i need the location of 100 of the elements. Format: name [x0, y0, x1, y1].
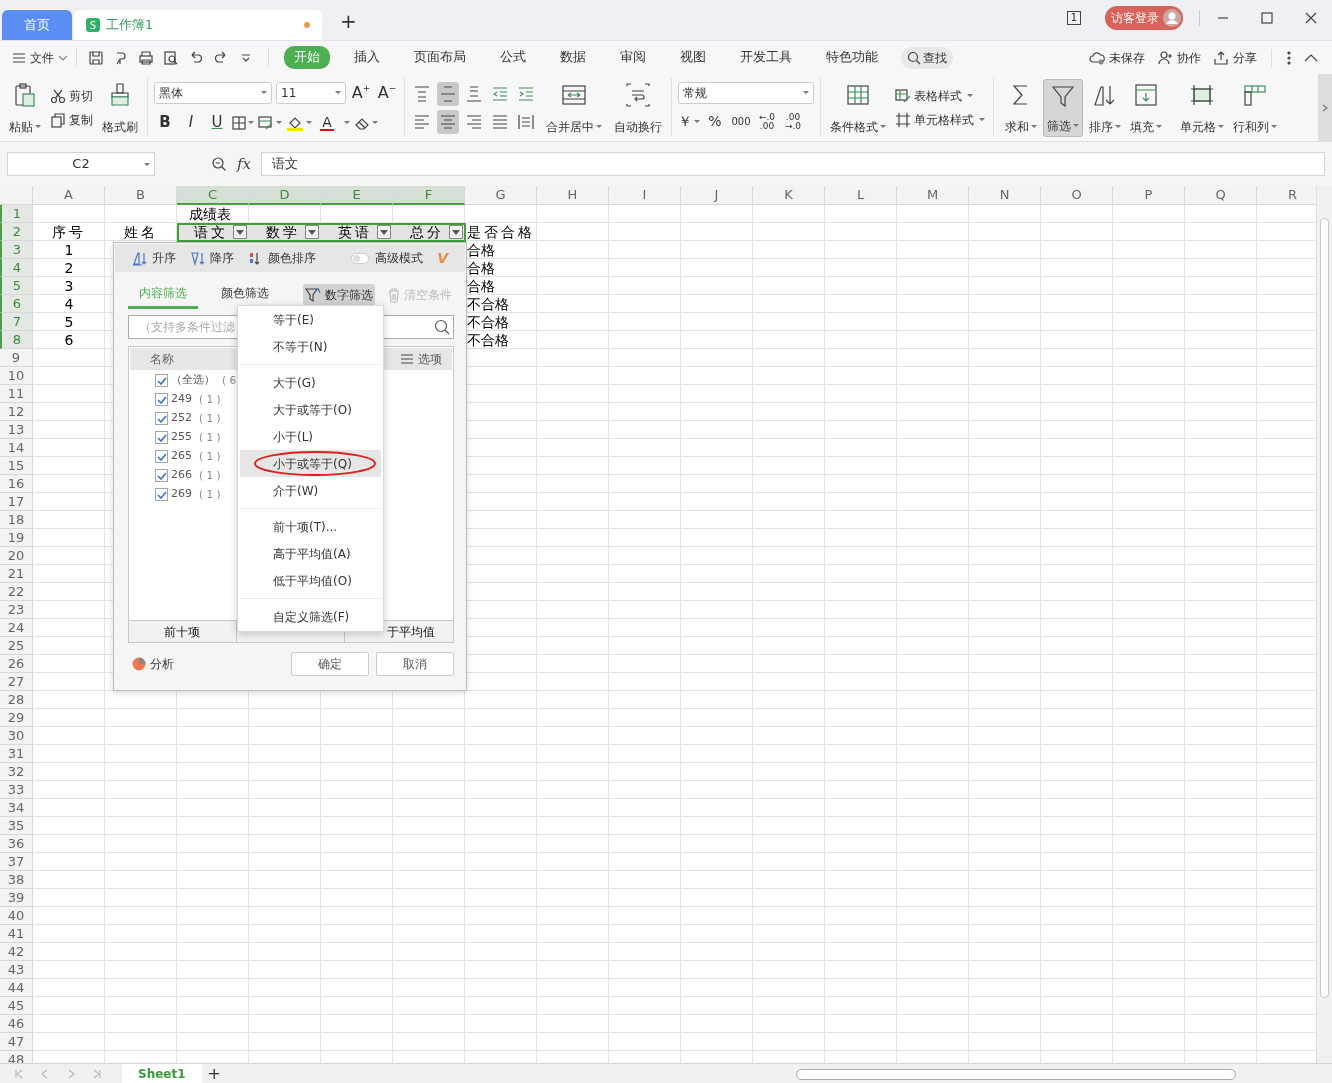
add-sheet-button[interactable]: + [207, 1065, 221, 1082]
menu-item[interactable]: 小于(L) [273, 427, 314, 446]
checkbox[interactable] [155, 374, 168, 387]
column-header[interactable]: C [177, 186, 249, 205]
sort-ascending-button[interactable]: 升序 [132, 249, 176, 267]
column-header[interactable]: D [249, 186, 321, 205]
cell-button[interactable]: 单元格 [1177, 78, 1227, 137]
row-header[interactable]: 46 [0, 1015, 33, 1033]
save-status-button[interactable]: 未保存 [1089, 48, 1145, 67]
paste-button[interactable]: 粘贴 [6, 78, 44, 137]
row-header[interactable]: 22 [0, 583, 33, 601]
row-header[interactable]: 14 [0, 439, 33, 457]
currency-button[interactable]: ￥ [678, 109, 700, 134]
column-header[interactable]: Q [1185, 186, 1257, 205]
filter-dropdown-button[interactable] [233, 225, 247, 239]
column-header[interactable]: O [1041, 186, 1113, 205]
wrap-text-button[interactable]: 自动换行 [611, 78, 665, 137]
advanced-mode-toggle[interactable] [351, 252, 370, 264]
column-header[interactable]: N [969, 186, 1041, 205]
row-header[interactable]: 26 [0, 655, 33, 673]
row-header[interactable]: 1 [0, 205, 33, 223]
column-header[interactable]: L [825, 186, 897, 205]
column-header[interactable]: G [465, 186, 537, 205]
row-header[interactable]: 20 [0, 547, 33, 565]
column-header[interactable]: A [33, 186, 105, 205]
row-header[interactable]: 8 [0, 331, 33, 349]
number-format-select[interactable]: 常规 [678, 81, 814, 104]
column-header[interactable]: F [393, 186, 465, 205]
ribbon-tab[interactable]: 开发工具 [730, 46, 802, 69]
analysis-button[interactable]: 分析 [132, 655, 174, 673]
row-header[interactable]: 27 [0, 673, 33, 691]
row-header[interactable]: 11 [0, 385, 33, 403]
menu-item[interactable]: 大于或等于(O) [273, 400, 352, 419]
row-header[interactable]: 16 [0, 475, 33, 493]
ribbon-tab[interactable]: 审阅 [610, 46, 656, 69]
ok-button[interactable]: 确定 [291, 652, 369, 676]
ribbon-tab[interactable]: 视图 [670, 46, 716, 69]
ribbon-tab[interactable]: 公式 [490, 46, 536, 69]
name-box[interactable]: C2 [7, 152, 155, 176]
table-style-button[interactable]: 表格样式 [893, 83, 987, 108]
row-header[interactable]: 7 [0, 313, 33, 331]
menu-item[interactable]: 低于平均值(O) [273, 571, 352, 590]
row-header[interactable]: 37 [0, 853, 33, 871]
menu-item[interactable]: 等于(E) [273, 310, 314, 329]
align-center-button[interactable] [437, 109, 459, 134]
checkbox[interactable] [155, 412, 168, 425]
options-button[interactable]: 选项 [400, 350, 442, 368]
align-middle-button[interactable] [437, 81, 459, 106]
row-header[interactable]: 29 [0, 709, 33, 727]
italic-button[interactable]: I [180, 110, 202, 135]
row-header[interactable]: 33 [0, 781, 33, 799]
checkbox[interactable] [155, 393, 168, 406]
ribbon-tab[interactable]: 数据 [550, 46, 596, 69]
sum-button[interactable]: 求和 [1002, 78, 1040, 137]
increase-decimal-button[interactable]: ←.0 .00 [756, 109, 778, 134]
window-count-button[interactable]: 1 [1066, 11, 1081, 25]
column-header[interactable]: I [609, 186, 681, 205]
quick-filter-button[interactable]: 前十项 [129, 621, 237, 642]
column-header[interactable]: R [1257, 186, 1316, 205]
checkbox[interactable] [155, 431, 168, 444]
fill-button[interactable]: 填充 [1127, 78, 1165, 137]
row-header[interactable]: 19 [0, 529, 33, 547]
menu-item[interactable]: 不等于(N) [273, 337, 328, 356]
sort-descending-button[interactable]: 降序 [190, 249, 234, 267]
copy-button[interactable]: 复制 [48, 107, 95, 132]
underline-button[interactable]: U [206, 110, 228, 135]
format-painter-button[interactable]: 格式刷 [99, 78, 141, 137]
vertical-scrollbar[interactable] [1316, 186, 1332, 1063]
row-header[interactable]: 18 [0, 511, 33, 529]
column-header[interactable]: E [321, 186, 393, 205]
row-header[interactable]: 12 [0, 403, 33, 421]
conditional-format-button[interactable]: 条件格式 [827, 78, 889, 137]
column-header[interactable]: B [105, 186, 177, 205]
row-header[interactable]: 17 [0, 493, 33, 511]
number-filter-button[interactable]: 数字筛选 [303, 284, 375, 306]
cell-style-button[interactable]: 单元格样式 [893, 107, 987, 132]
row-header[interactable]: 31 [0, 745, 33, 763]
font-color-button[interactable]: A [316, 110, 338, 135]
row-header[interactable]: 15 [0, 457, 33, 475]
collaborate-button[interactable]: 协作 [1157, 48, 1201, 67]
font-select[interactable]: 黑体 [154, 81, 272, 104]
thousands-button[interactable]: 000 [730, 109, 752, 134]
column-header[interactable]: M [897, 186, 969, 205]
window-tab[interactable]: 首页 [2, 10, 72, 40]
row-header[interactable]: 36 [0, 835, 33, 853]
row-header[interactable]: 34 [0, 799, 33, 817]
row-header[interactable]: 6 [0, 295, 33, 313]
row-header[interactable]: 9 [0, 349, 33, 367]
row-header[interactable]: 44 [0, 979, 33, 997]
row-header[interactable]: 35 [0, 817, 33, 835]
filter-button[interactable]: 筛选 [1043, 78, 1083, 137]
decrease-decimal-button[interactable]: .00 →.0 [782, 109, 804, 134]
ribbon-tab[interactable]: 插入 [344, 46, 390, 69]
find-button[interactable]: 查找 [901, 46, 953, 69]
row-header[interactable]: 2 [0, 223, 33, 241]
row-header[interactable]: 24 [0, 619, 33, 637]
share-button[interactable]: 分享 [1213, 48, 1257, 67]
row-header[interactable]: 25 [0, 637, 33, 655]
filter-tab[interactable]: 颜色筛选 [210, 281, 280, 309]
new-tab-button[interactable]: + [340, 6, 357, 36]
